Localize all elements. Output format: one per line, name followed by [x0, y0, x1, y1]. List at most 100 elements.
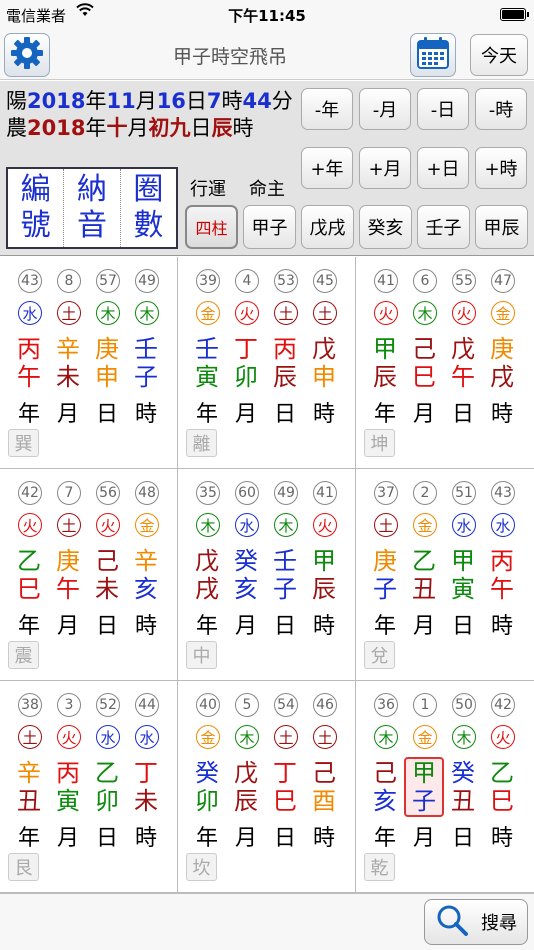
minus-hour-button[interactable]: -時 — [475, 88, 527, 130]
earthly-branch: 亥 — [234, 575, 258, 603]
pillar-label: 年 — [373, 402, 396, 427]
pillar-button-guihai[interactable]: 癸亥 — [359, 205, 412, 249]
pillar-label: 日 — [273, 614, 296, 639]
element-circle: 金 — [196, 725, 220, 749]
plus-hour-button[interactable]: +時 — [475, 147, 527, 189]
solar-hour-unit: 時 — [221, 89, 243, 113]
number-circle: 3 — [57, 693, 81, 717]
pillar-button-jiazi[interactable]: 甲子 — [243, 205, 296, 249]
mode-number[interactable]: 編號 — [8, 169, 65, 247]
trigram-cell[interactable]: 43 水丙午年 8 土辛未月 57 木庚申日 49 木壬子時巽 — [0, 257, 178, 469]
pillar-label: 日 — [95, 614, 118, 639]
pillar-column: 45 土戊申時 — [305, 257, 343, 469]
trigram-cell[interactable]: 40 金癸卯年 5 木戊辰月 54 土丁巳日 46 土己酉時坎 — [178, 681, 356, 893]
bottom-toolbar: 搜尋 — [0, 893, 534, 950]
earthly-branch: 卯 — [95, 787, 119, 815]
mode-nayin[interactable]: 納音 — [64, 169, 121, 247]
luck-label: 行運 — [190, 179, 226, 200]
pillar-label: 日 — [95, 826, 118, 851]
pillar-column: 44 水丁未時 — [127, 681, 165, 893]
element-circle: 土 — [57, 513, 81, 537]
trigram-cell[interactable]: 37 土庚子年 2 金乙丑月 51 水甲寅日 43 水丙午時兌 — [356, 469, 534, 681]
mode-circle-top: 圈 — [133, 172, 164, 207]
mode-nayin-bottom: 音 — [76, 208, 107, 243]
settings-button[interactable] — [4, 33, 50, 77]
plus-month-button[interactable]: +月 — [359, 147, 411, 189]
heavenly-stem: 壬 — [273, 547, 297, 575]
pillar-label: 月 — [234, 826, 257, 851]
earthly-branch: 辰 — [234, 787, 258, 815]
pillar-column: 43 水丙午時 — [483, 469, 521, 681]
earthly-branch: 卯 — [234, 363, 258, 391]
element-circle: 水 — [491, 513, 515, 537]
earthly-branch: 寅 — [56, 787, 80, 815]
mode-circle-number[interactable]: 圈數 — [121, 169, 176, 247]
earthly-branch: 戌 — [195, 575, 219, 603]
solar-hour: 7 — [206, 89, 222, 113]
element-circle: 金 — [491, 301, 515, 325]
trigram-cell[interactable]: 39 金壬寅年 4 火丁卯月 53 土丙辰日 45 土戊申時離 — [178, 257, 356, 469]
trigram-name: 離 — [186, 429, 217, 457]
pillar-button-renzi[interactable]: 壬子 — [417, 205, 470, 249]
mode-circle-bottom: 數 — [133, 208, 164, 243]
nav-bar: 甲子時空飛吊 今天 — [0, 30, 534, 80]
number-circle: 57 — [96, 269, 120, 293]
minus-month-button[interactable]: -月 — [359, 88, 411, 130]
heavenly-stem: 辛 — [56, 335, 80, 363]
pillar-label: 月 — [412, 402, 435, 427]
element-circle: 火 — [491, 725, 515, 749]
lunar-day: 初九 — [148, 116, 191, 140]
earthly-branch: 辰 — [312, 575, 336, 603]
pillar-column: 49 木壬子時 — [127, 257, 165, 469]
element-circle: 金 — [196, 301, 220, 325]
minus-year-button[interactable]: -年 — [301, 88, 353, 130]
trigram-cell[interactable]: 41 火甲辰年 6 木己巳月 55 火戊午日 47 金庚戌時坤 — [356, 257, 534, 469]
pillar-label: 年 — [17, 826, 40, 851]
pillar-column: 60 水癸亥月 — [227, 469, 265, 681]
pillar-label: 年 — [195, 826, 218, 851]
earthly-branch: 酉 — [312, 787, 336, 815]
trigram-cell[interactable]: 36 木己亥年 1 金甲子月 50 木癸丑日 42 火乙巳時乾 — [356, 681, 534, 893]
pillar-column: 42 火乙巳時 — [483, 681, 521, 893]
minus-day-button[interactable]: -日 — [417, 88, 469, 130]
lunar-date: 農2018年十月初九日辰時 — [6, 112, 253, 142]
earthly-branch: 午 — [451, 363, 475, 391]
number-circle: 55 — [452, 269, 476, 293]
element-circle: 木 — [235, 725, 259, 749]
earthly-branch: 寅 — [451, 575, 475, 603]
element-circle: 土 — [274, 301, 298, 325]
element-circle: 木 — [274, 513, 298, 537]
pillar-column: 48 金辛亥時 — [127, 469, 165, 681]
mode-nayin-top: 納 — [76, 172, 107, 207]
trigram-cell[interactable]: 38 土辛丑年 3 火丙寅月 52 水乙卯日 44 水丁未時艮 — [0, 681, 178, 893]
pillar-column: 3 火丙寅月 — [49, 681, 87, 893]
heavenly-stem: 丙 — [273, 335, 297, 363]
pillar-label: 年 — [195, 614, 218, 639]
pillar-button-jiachen[interactable]: 甲辰 — [475, 205, 528, 249]
calendar-button[interactable] — [410, 33, 456, 77]
pillar-label: 日 — [273, 826, 296, 851]
earthly-branch: 未 — [56, 363, 80, 391]
earthly-branch: 午 — [490, 575, 514, 603]
pillar-label: 年 — [17, 614, 40, 639]
heavenly-stem: 丁 — [234, 335, 258, 363]
number-circle: 40 — [196, 693, 220, 717]
earthly-branch: 子 — [273, 575, 297, 603]
number-circle: 54 — [274, 693, 298, 717]
plus-year-button[interactable]: +年 — [301, 147, 353, 189]
solar-year-unit: 年 — [85, 89, 107, 113]
earthly-branch: 未 — [134, 787, 158, 815]
today-button[interactable]: 今天 — [470, 34, 528, 76]
trigram-cell[interactable]: 42 火乙巳年 7 土庚午月 56 火己未日 48 金辛亥時震 — [0, 469, 178, 681]
number-circle: 50 — [452, 693, 476, 717]
pillar-button-four-pillars[interactable]: 四柱 — [185, 205, 238, 249]
pillar-label: 日 — [451, 402, 474, 427]
pillar-label: 月 — [56, 614, 79, 639]
pillar-column: 47 金庚戌時 — [483, 257, 521, 469]
plus-day-button[interactable]: +日 — [417, 147, 469, 189]
trigram-cell[interactable]: 35 木戊戌年 60 水癸亥月 49 木壬子日 41 火甲辰時中 — [178, 469, 356, 681]
pillar-label: 日 — [451, 614, 474, 639]
pillar-button-wuxu[interactable]: 戊戌 — [301, 205, 354, 249]
number-circle: 1 — [413, 693, 437, 717]
search-button[interactable]: 搜尋 — [424, 899, 528, 945]
